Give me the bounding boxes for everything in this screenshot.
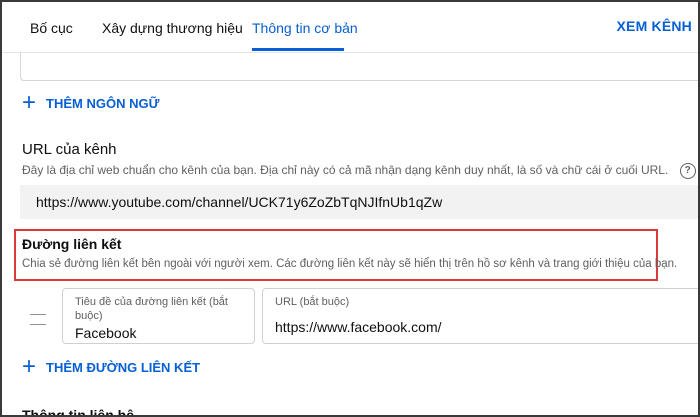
- link-url-value: https://www.facebook.com/: [275, 319, 442, 335]
- channel-url-value: https://www.youtube.com/channel/UCK71y6Z…: [36, 194, 443, 210]
- link-title-field[interactable]: Tiêu đề của đường liên kết (bắt buộc) Fa…: [62, 288, 255, 344]
- link-url-label: URL (bắt buộc): [275, 296, 350, 308]
- tab-branding[interactable]: Xây dựng thương hiệu: [102, 20, 243, 36]
- plus-icon: +: [22, 353, 37, 380]
- channel-url-title: URL của kênh: [22, 141, 117, 158]
- links-description: Chia sẻ đường liên kết bên ngoài với ngư…: [22, 258, 678, 270]
- plus-icon: +: [22, 89, 37, 116]
- drag-handle-icon[interactable]: [30, 314, 46, 325]
- previous-field-box[interactable]: [20, 52, 698, 81]
- add-link-button[interactable]: + THÊM ĐƯỜNG LIÊN KẾT: [22, 353, 201, 380]
- link-url-field[interactable]: URL (bắt buộc) https://www.facebook.com/: [262, 288, 698, 344]
- channel-url-field[interactable]: https://www.youtube.com/channel/UCK71y6Z…: [20, 185, 698, 219]
- active-tab-indicator: [252, 48, 344, 51]
- view-channel-button[interactable]: XEM KÊNH: [617, 18, 693, 34]
- tab-basic-info[interactable]: Thông tin cơ bản: [252, 20, 358, 36]
- contact-info-title: Thông tin liên hệ: [22, 407, 134, 417]
- tab-layout[interactable]: Bố cục: [30, 20, 73, 36]
- help-icon[interactable]: ?: [679, 163, 696, 179]
- add-language-label: THÊM NGÔN NGỮ: [46, 95, 160, 111]
- tab-bar: Bố cục Xây dựng thương hiệu Thông tin cơ…: [2, 2, 698, 53]
- link-title-label: Tiêu đề của đường liên kết (bắt buộc): [75, 296, 228, 322]
- links-title: Đường liên kết: [22, 236, 122, 252]
- add-language-button[interactable]: + THÊM NGÔN NGỮ: [22, 89, 160, 116]
- add-link-label: THÊM ĐƯỜNG LIÊN KẾT: [46, 359, 201, 375]
- channel-url-description-row: Đây là địa chỉ web chuẩn cho kênh của bạ…: [22, 163, 696, 179]
- channel-url-description: Đây là địa chỉ web chuẩn cho kênh của bạ…: [22, 163, 669, 178]
- app-frame: Bố cục Xây dựng thương hiệu Thông tin cơ…: [0, 0, 700, 417]
- link-title-value: Facebook: [75, 325, 137, 341]
